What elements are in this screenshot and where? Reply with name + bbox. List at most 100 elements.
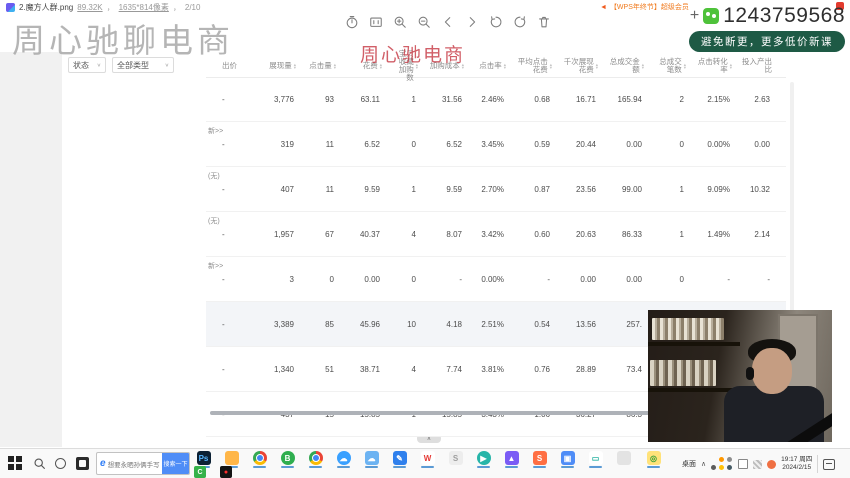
sogou-icon[interactable]: S <box>446 451 465 468</box>
tray-icon-dot[interactable] <box>727 465 733 470</box>
horizontal-scrollbar[interactable] <box>210 411 656 415</box>
column-header-label: 点击率 <box>479 61 502 70</box>
wps-promo-banner[interactable]: ◄ 【WPS年终节】超级会员 <box>600 2 689 12</box>
file-dimensions-link[interactable]: 1635*814像素 <box>119 2 169 13</box>
tray-flame-icon[interactable] <box>767 459 777 469</box>
rotate-right-icon[interactable] <box>512 14 527 29</box>
search-query-text[interactable]: 想要永晒孙俩手写 <box>108 459 162 469</box>
table-row[interactable]: (无) -1,957 67 40.37 4 8.07 3.42% 0.60 20.63 86.33… <box>206 212 786 257</box>
table-cell: 1,340 <box>273 364 294 374</box>
column-header-8[interactable]: 平均点击花费 ▴ ▾ <box>516 55 562 77</box>
table-cell: 3.42% <box>481 229 504 239</box>
table-cell: 0 <box>329 274 334 284</box>
tray-icons[interactable] <box>711 457 733 471</box>
sort-icon[interactable]: ▴ ▾ <box>294 62 296 70</box>
browser-icon[interactable] <box>250 451 269 468</box>
next-icon[interactable] <box>464 14 479 29</box>
table-cell: 67 <box>325 229 334 239</box>
desktop-toolbar-label[interactable]: 桌面 <box>682 459 696 469</box>
sort-icon[interactable]: ▴ ▾ <box>334 62 336 70</box>
rotate-left-icon[interactable] <box>488 14 503 29</box>
tray-icon-dot[interactable] <box>719 457 725 462</box>
docs-pen-icon[interactable]: ✎ <box>390 451 409 468</box>
chrome-icon[interactable] <box>306 451 325 468</box>
cortana-icon[interactable] <box>55 458 66 469</box>
column-header-11[interactable]: 总成交笔数 ▴ ▾ <box>654 55 696 77</box>
table-cell: 16.71 <box>575 94 596 104</box>
active-underline <box>281 466 294 468</box>
left-gray-strip <box>0 52 62 447</box>
tray-icon-dot[interactable] <box>727 457 733 462</box>
wangwang-icon[interactable]: ◎ <box>644 451 663 468</box>
tray-expand-chevron[interactable]: ∧ <box>701 460 706 468</box>
table-cell: - <box>459 274 462 284</box>
sort-icon[interactable]: ▴ ▾ <box>504 62 506 70</box>
column-header-12[interactable]: 点击转化率 ▴ ▾ <box>696 55 742 77</box>
cloud-drive-icon: ☁ <box>364 451 379 465</box>
table-cell: 8.07 <box>446 229 462 239</box>
photoshop-icon: Ps <box>196 451 211 465</box>
column-header-label: 总成交金额 <box>609 57 640 74</box>
action-center-icon[interactable] <box>823 458 836 470</box>
pictures-icon[interactable]: ▣ <box>558 451 577 468</box>
prev-icon[interactable] <box>440 14 455 29</box>
recorder-icon[interactable]: ● <box>220 466 232 478</box>
s-orange-icon[interactable]: S <box>530 451 549 468</box>
table-row[interactable]: 新>> -3 0 0.00 0-0.00% -0.00 0.00 0- - <box>206 257 786 302</box>
actual-size-icon[interactable] <box>368 14 383 29</box>
baidu-icon[interactable]: B <box>278 451 297 468</box>
sort-icon[interactable]: ▴ ▾ <box>684 62 686 70</box>
column-header-2[interactable]: 展现量 ▴ ▾ <box>250 55 306 77</box>
ime-indicator-icon[interactable] <box>738 459 749 469</box>
table-cell: 0.00 <box>754 139 770 149</box>
file-name[interactable]: 2.魔方人群.png <box>19 2 73 13</box>
table-row[interactable]: - 3,776 93 63.11 1 31.56 2.46% 0.68 16.71 165.94 2… <box>206 77 786 122</box>
table-row[interactable]: (无) -407 11 9.59 1 9.59 2.70% 0.87 23.56 99.00 1 9.… <box>206 167 786 212</box>
table-cell: - <box>222 94 225 104</box>
table-cell: 0.54 <box>534 319 550 329</box>
screen-capture-icon[interactable]: ▭ <box>586 451 605 468</box>
table-cell: 2.63 <box>754 94 770 104</box>
delete-icon[interactable] <box>536 14 551 29</box>
table-row[interactable]: 新>> -319 11 6.52 0 6.52 3.45% 0.59 20.44 0.00 0 0.0… <box>206 122 786 167</box>
table-cell: 20.63 <box>575 229 596 239</box>
hand-icon[interactable] <box>344 14 359 29</box>
system-tray: 桌面 ∧ 19:17 周四 2024/2/15 <box>682 449 836 478</box>
sort-icon[interactable]: ▴ ▾ <box>550 62 552 70</box>
tray-app-icon[interactable] <box>753 459 763 469</box>
column-header-10[interactable]: 总成交金额 ▴ ▾ <box>608 55 654 77</box>
table-cell: - <box>767 274 770 284</box>
sort-icon[interactable]: ▴ ▾ <box>730 62 732 70</box>
taskbar-search-box[interactable]: e 想要永晒孙俩手写 搜索一下 <box>96 452 190 475</box>
image-viewer-2345-icon[interactable]: ▲ <box>502 451 521 468</box>
zoom-in-icon[interactable] <box>392 14 407 29</box>
column-header-9[interactable]: 千次展现花费 ▴ ▾ <box>562 55 608 77</box>
screen-capture-icon: ▭ <box>588 451 603 465</box>
column-header-13[interactable]: 投入产出比 <box>742 55 782 77</box>
sort-icon[interactable]: ▴ ▾ <box>642 62 644 70</box>
start-button[interactable] <box>8 456 23 471</box>
zoom-out-icon[interactable] <box>416 14 431 29</box>
file-size-link[interactable]: 89.32K <box>77 3 102 12</box>
task-view-icon[interactable] <box>76 457 89 470</box>
taskbar-search-icon[interactable] <box>33 457 46 475</box>
taskbar-clock[interactable]: 19:17 周四 2024/2/15 <box>781 456 812 472</box>
camtasia-icon[interactable]: C <box>194 466 206 478</box>
paper-plane-icon[interactable]: ▶ <box>474 451 493 468</box>
tray-icon-dot[interactable] <box>711 457 717 462</box>
tray-icon-dot[interactable] <box>711 465 717 470</box>
sort-icon[interactable]: ▴ ▾ <box>596 62 598 70</box>
active-underline <box>477 466 490 468</box>
wps-icon[interactable]: W <box>418 451 437 468</box>
table-cell: 319 <box>280 139 294 149</box>
column-header-7[interactable]: 点击率 ▴ ▾ <box>474 55 516 77</box>
cloud-360-icon[interactable]: ☁ <box>334 451 353 468</box>
app-faint-icon[interactable] <box>614 451 633 468</box>
search-go-button[interactable]: 搜索一下 <box>162 453 189 474</box>
tray-icon-dot[interactable] <box>719 465 725 470</box>
column-header-3[interactable]: 点击量 ▴ ▾ <box>306 55 346 77</box>
cloud-drive-icon[interactable]: ☁ <box>362 451 381 468</box>
ie-icon: e <box>100 458 106 469</box>
wps-banner-text[interactable]: 【WPS年终节】超级会员 <box>610 2 689 12</box>
table-cell: 3.45% <box>481 139 504 149</box>
